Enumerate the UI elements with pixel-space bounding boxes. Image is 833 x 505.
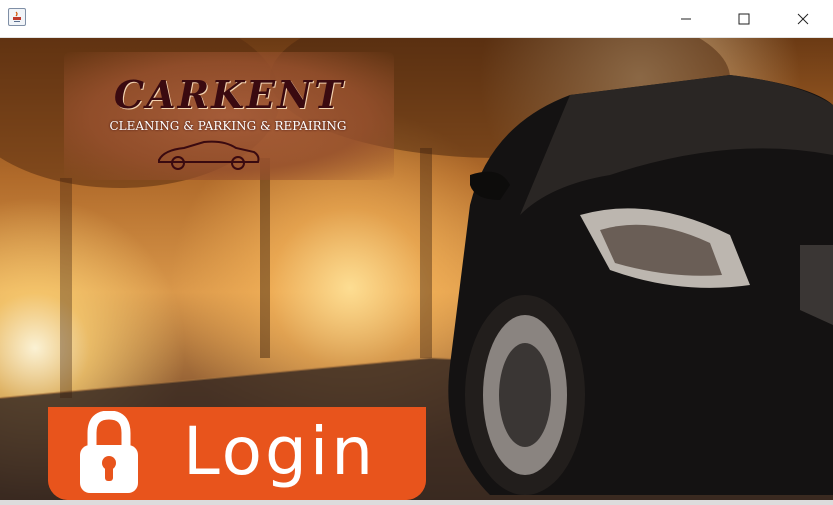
maximize-icon <box>738 13 750 24</box>
java-app-icon[interactable] <box>8 8 26 26</box>
lock-icon <box>80 411 138 493</box>
carkent-logo: CARKENT CLEANING & PARKING & REPAIRING <box>64 52 394 180</box>
title-bar <box>0 0 833 38</box>
black-car-image <box>448 75 833 495</box>
login-button[interactable]: Login <box>48 407 426 500</box>
minimize-icon <box>681 18 691 19</box>
window-bottom-edge <box>0 500 833 505</box>
logo-subtitle: CLEANING & PARKING & REPAIRING <box>109 119 347 133</box>
login-label: Login <box>183 413 377 490</box>
minimize-button[interactable] <box>657 0 715 37</box>
close-button[interactable] <box>774 0 832 37</box>
car-logo-icon <box>158 140 260 170</box>
maximize-button[interactable] <box>715 0 773 37</box>
logo-title: CARKENT <box>113 72 345 117</box>
close-icon <box>797 13 809 24</box>
